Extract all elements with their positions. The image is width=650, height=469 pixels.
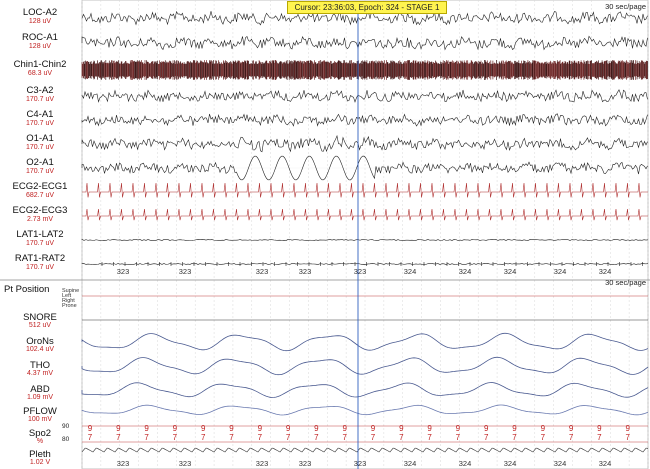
epoch-tick-bottom: 324	[403, 459, 417, 468]
epoch-tick: 324	[553, 267, 567, 276]
resp-channel-scale: 102.4 uV	[25, 346, 55, 353]
channel-scale: 170.7 uV	[25, 144, 55, 151]
channel-label: LAT1-LAT2	[16, 229, 64, 240]
spo2-value-digit: 9	[342, 424, 347, 433]
spo2-value-digit: 9	[172, 424, 178, 433]
spo2-value-digit: 7	[512, 433, 517, 442]
page-rate-middle[interactable]: 30 sec/page	[605, 278, 646, 287]
channel-label: O1-A1	[26, 133, 54, 144]
spo2-value-digit: 9	[229, 424, 234, 433]
spo2-value-digit: 9	[257, 424, 263, 433]
epoch-tick: 323	[353, 267, 367, 276]
spo2-value-digit: 9	[483, 424, 489, 433]
spo2-value-digit: 7	[314, 433, 319, 442]
position-option: Prone	[62, 303, 77, 309]
epoch-tick: 324	[403, 267, 417, 276]
channel-label: LOC-A2	[22, 7, 58, 18]
resp-channel-scale: 100 mV	[27, 416, 53, 423]
channel-label: C4-A1	[26, 109, 54, 120]
spo2-value-digit: 7	[144, 433, 149, 442]
spo2-value-digit: 9	[427, 424, 432, 433]
spo2-value-digit: 9	[200, 424, 206, 433]
spo2-value-digit: 7	[229, 433, 234, 442]
spo2-value-digit: 7	[200, 433, 206, 442]
spo2-value-digit: 9	[625, 424, 630, 433]
epoch-tick: 323	[178, 267, 192, 276]
spo2-value-digit: 7	[597, 433, 602, 442]
spo2-value-digit: 9	[399, 424, 404, 433]
channel-scale: 170.7 uV	[25, 240, 55, 247]
channel-scale: 170.7 uV	[25, 96, 55, 103]
channel-scale: 2.73 mV	[26, 216, 54, 223]
spo2-value-digit: 9	[87, 424, 93, 433]
epoch-tick-bottom: 323	[178, 459, 192, 468]
spo2-value-digit: 7	[427, 433, 432, 442]
spo2-value-digit: 7	[116, 433, 121, 442]
channel-label: C3-A2	[26, 85, 54, 96]
epoch-tick-bottom: 323	[116, 459, 130, 468]
spo2-value-digit: 9	[455, 424, 461, 433]
epoch-tick: 324	[598, 267, 612, 276]
spo2-axis-top: 90	[62, 423, 70, 430]
channel-label: RAT1-RAT2	[14, 253, 66, 264]
polysomnography-display[interactable]	[0, 0, 650, 469]
spo2-value-digit: 7	[87, 433, 93, 442]
spo2-value-digit: 7	[455, 433, 461, 442]
spo2-value-digit: 9	[370, 424, 376, 433]
spo2-value-digit: 7	[172, 433, 178, 442]
spo2-value-digit: 7	[568, 433, 574, 442]
cursor-readout: Cursor: 23:36:03, Epoch: 324 - STAGE 1	[287, 1, 447, 14]
spo2-value-digit: 9	[116, 424, 121, 433]
epoch-tick-bottom: 323	[255, 459, 269, 468]
channel-scale: 170.7 uV	[25, 120, 55, 127]
channel-scale: 170.7 uV	[25, 168, 55, 175]
epoch-tick-bottom: 323	[298, 459, 312, 468]
resp-channel-scale: 1.02 V	[29, 459, 51, 466]
channel-label: ROC-A1	[22, 32, 58, 43]
epoch-tick: 323	[298, 267, 312, 276]
spo2-value-digit: 7	[257, 433, 263, 442]
spo2-value-digit: 7	[285, 433, 291, 442]
resp-channel-scale: 4.37 mV	[26, 370, 54, 377]
channel-label: ECG2-ECG1	[12, 181, 68, 192]
spo2-value-digit: 9	[568, 424, 574, 433]
spo2-value-digit: 7	[370, 433, 376, 442]
channel-scale: 682.7 uV	[25, 192, 55, 199]
channel-scale: 128 uV	[28, 43, 52, 50]
channel-label: ECG2-ECG3	[12, 205, 68, 216]
spo2-value-digit: 9	[285, 424, 291, 433]
channel-label: Chin1-Chin2	[13, 59, 67, 70]
spo2-value-digit: 9	[540, 424, 546, 433]
epoch-tick-bottom: 324	[458, 459, 472, 468]
spo2-value-digit: 9	[512, 424, 517, 433]
spo2-value-digit: 9	[314, 424, 319, 433]
page-rate-top[interactable]: 30 sec/page	[605, 2, 646, 11]
spo2-value-digit: 9	[144, 424, 149, 433]
epoch-tick: 324	[458, 267, 472, 276]
epoch-tick-bottom: 324	[503, 459, 517, 468]
spo2-value-digit: 7	[625, 433, 630, 442]
spo2-value-digit: 7	[399, 433, 404, 442]
resp-channel-scale: 1.09 mV	[26, 394, 54, 401]
channel-scale: 68.3 uV	[27, 70, 53, 77]
resp-channel-scale: 512 uV	[28, 322, 52, 329]
channel-scale: 170.7 uV	[25, 264, 55, 271]
spo2-value-digit: 7	[540, 433, 546, 442]
epoch-tick: 323	[116, 267, 130, 276]
epoch-tick-bottom: 324	[598, 459, 612, 468]
spo2-value-digit: 9	[597, 424, 602, 433]
spo2-value-digit: 7	[483, 433, 489, 442]
spo2-value-digit: 7	[342, 433, 347, 442]
spo2-axis-bottom: 80	[62, 436, 70, 443]
epoch-tick: 324	[503, 267, 517, 276]
channel-label: O2-A1	[26, 157, 54, 168]
epoch-tick: 323	[255, 267, 269, 276]
epoch-tick-bottom: 324	[553, 459, 567, 468]
epoch-tick-bottom: 323	[353, 459, 367, 468]
channel-scale: 128 uV	[28, 18, 52, 25]
